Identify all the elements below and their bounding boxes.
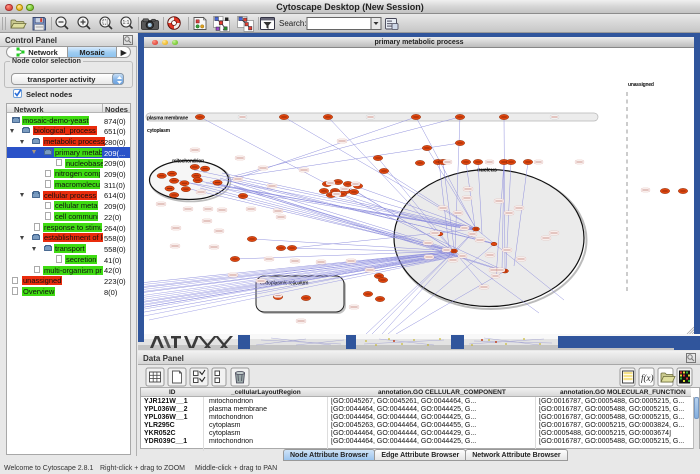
svg-text:f(x): f(x) (641, 373, 654, 383)
svg-text:1:1: 1:1 (123, 20, 130, 26)
svg-text:cytoplasm: cytoplasm (147, 128, 171, 134)
svg-text:unassigned: unassigned (628, 82, 654, 88)
svg-text:mitochondrion: mitochondrion (172, 159, 204, 165)
svg-text:plasma membrane: plasma membrane (147, 116, 188, 122)
svg-text:nucleus: nucleus (477, 168, 497, 174)
svg-text:Search:: Search: (279, 19, 307, 28)
